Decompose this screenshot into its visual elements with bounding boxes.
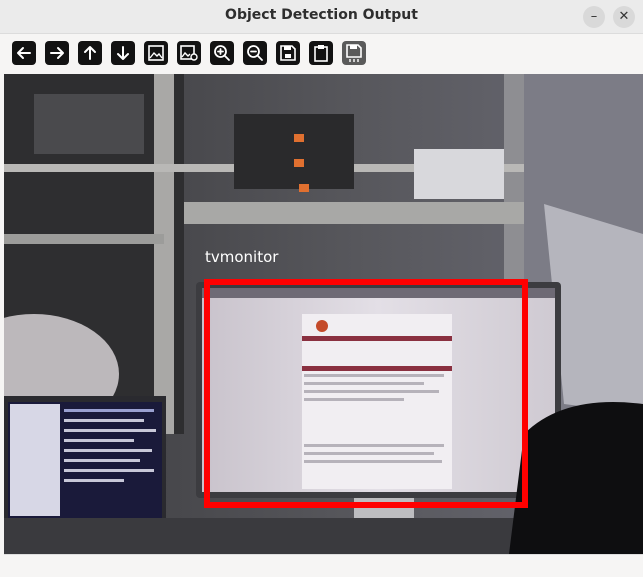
minimize-button[interactable]: – <box>583 6 605 28</box>
image-canvas: tvmonitor <box>4 74 643 554</box>
detection-label: tvmonitor <box>205 248 279 266</box>
clipboard-icon[interactable] <box>309 41 333 65</box>
toolbar <box>0 34 643 74</box>
status-bar <box>4 554 643 577</box>
save-icon[interactable] <box>276 41 300 65</box>
image-icon[interactable] <box>144 41 168 65</box>
save-all-icon[interactable] <box>342 41 366 65</box>
title-bar: Object Detection Output – ✕ <box>0 0 643 34</box>
back-arrow-icon[interactable] <box>12 41 36 65</box>
detection-window: Object Detection Output – ✕ tvmonitor <box>0 0 643 577</box>
close-button[interactable]: ✕ <box>613 6 635 28</box>
image-settings-icon[interactable] <box>177 41 201 65</box>
window-title: Object Detection Output <box>225 7 418 23</box>
down-arrow-icon[interactable] <box>111 41 135 65</box>
zoom-out-icon[interactable] <box>243 41 267 65</box>
up-arrow-icon[interactable] <box>78 41 102 65</box>
detection-bounding-box <box>204 279 528 508</box>
zoom-in-icon[interactable] <box>210 41 234 65</box>
forward-arrow-icon[interactable] <box>45 41 69 65</box>
